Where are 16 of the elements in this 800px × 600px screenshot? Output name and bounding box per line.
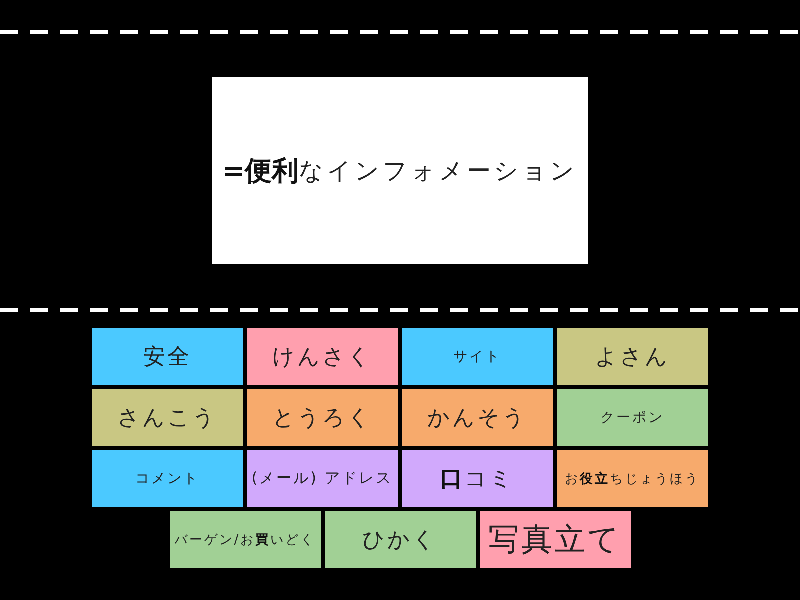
answer-tile[interactable]: かんそう: [402, 389, 553, 446]
answer-tile[interactable]: サイト: [402, 328, 553, 385]
answer-tile[interactable]: (メール) アドレス: [247, 450, 398, 507]
answer-tile[interactable]: バーゲン/お買いどく: [170, 511, 320, 568]
answer-tile[interactable]: さんこう: [92, 389, 243, 446]
answer-tile[interactable]: けんさく: [247, 328, 398, 385]
answer-tile[interactable]: 口コミ: [402, 450, 553, 507]
answer-tile[interactable]: とうろく: [247, 389, 398, 446]
answer-tile[interactable]: 写真立て: [480, 511, 630, 568]
answer-tile[interactable]: クーポン: [557, 389, 708, 446]
answer-tile[interactable]: ひかく: [324, 511, 476, 568]
answer-tile[interactable]: お役立ちじょうほう: [557, 450, 708, 507]
answer-tile[interactable]: よさん: [557, 328, 708, 385]
answer-tile[interactable]: コメント: [92, 450, 243, 507]
definition-card: =便利なインフォメーション: [212, 77, 588, 264]
answer-tile[interactable]: 安全: [92, 328, 243, 385]
